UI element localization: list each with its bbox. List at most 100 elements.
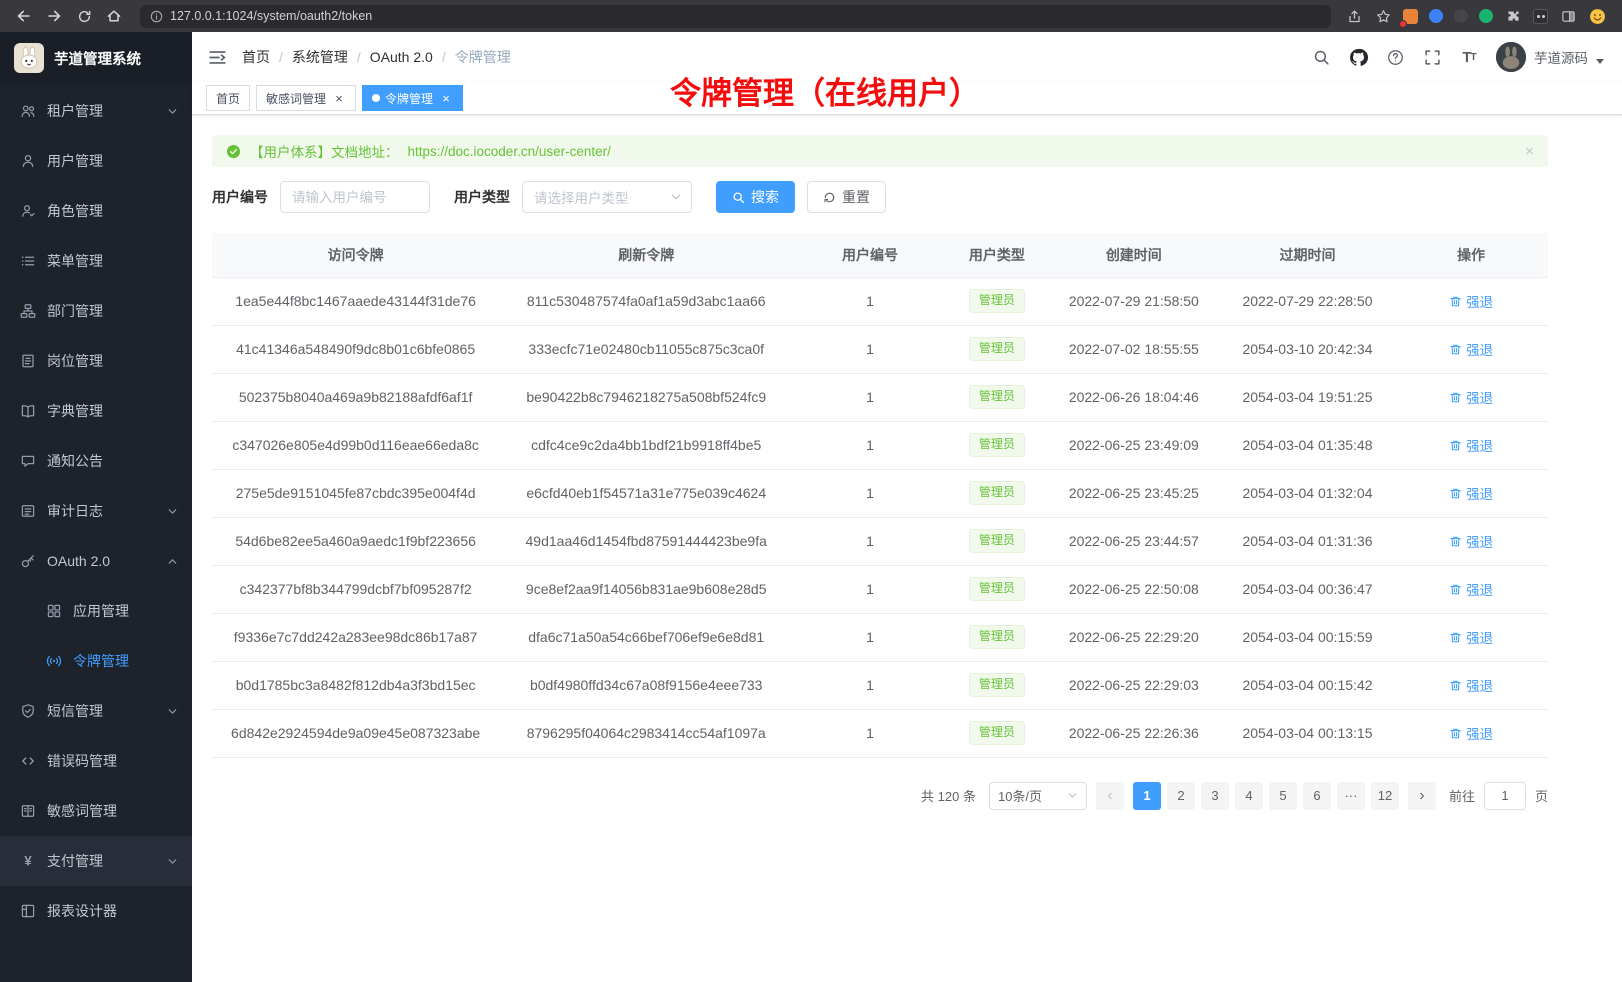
cell-expire-time: 2054-03-04 01:31:36 <box>1221 517 1395 565</box>
user-type-badge: 管理员 <box>969 433 1025 457</box>
address-bar[interactable]: 127.0.0.1:1024/system/oauth2/token <box>140 5 1331 28</box>
cell-actions: 强退 <box>1394 325 1548 373</box>
sidebar-item-error-code[interactable]: 错误码管理 <box>0 736 192 786</box>
extension-green-icon[interactable] <box>1479 9 1493 23</box>
page-button-4[interactable]: 4 <box>1235 782 1263 810</box>
trash-icon <box>1449 439 1462 452</box>
sidebar-item-post[interactable]: 岗位管理 <box>0 336 192 386</box>
sidebar-item-sms[interactable]: 短信管理 <box>0 686 192 736</box>
next-page-button[interactable]: › <box>1408 782 1436 810</box>
sidebar-item-menu[interactable]: 菜单管理 <box>0 236 192 286</box>
reset-button[interactable]: 重置 <box>807 181 886 213</box>
sidebar-item-dept[interactable]: 部门管理 <box>0 286 192 336</box>
site-info-icon[interactable] <box>150 10 163 23</box>
user-menu[interactable]: 芋道源码 <box>1496 42 1604 72</box>
tab-home[interactable]: 首页 <box>206 85 250 111</box>
sidebar-item-role[interactable]: 角色管理 <box>0 186 192 236</box>
errcode-icon <box>20 753 36 769</box>
cell-created-time: 2022-06-26 18:04:46 <box>1047 373 1221 421</box>
breadcrumb-item[interactable]: OAuth 2.0 <box>370 49 433 65</box>
breadcrumb-item[interactable]: 首页 <box>242 47 270 67</box>
force-logout-button[interactable]: 强退 <box>1449 435 1493 455</box>
table-column-6: 操作 <box>1394 233 1548 277</box>
extensions-puzzle-icon[interactable] <box>1504 7 1522 25</box>
token-table: 访问令牌刷新令牌用户编号用户类型创建时间过期时间操作 1ea5e44f8bc14… <box>212 233 1548 758</box>
sidebar-item-oauth2-token[interactable]: 令牌管理 <box>0 636 192 686</box>
tab-close-icon[interactable]: × <box>332 91 346 105</box>
page-button-3[interactable]: 3 <box>1201 782 1229 810</box>
trash-icon <box>1449 679 1462 692</box>
cell-access-token: 6d842e2924594de9a09e45e087323abe <box>212 709 499 757</box>
sidebar-item-pay[interactable]: ¥支付管理 <box>0 836 192 886</box>
sidebar-item-oauth2-app[interactable]: 应用管理 <box>0 586 192 636</box>
search-button-label: 搜索 <box>751 187 779 207</box>
profile-avatar-icon[interactable] <box>1588 7 1606 25</box>
browser-reload-button[interactable] <box>72 4 96 28</box>
user-id-input[interactable] <box>280 181 430 213</box>
sidebar-item-user[interactable]: 用户管理 <box>0 136 192 186</box>
force-logout-button[interactable]: 强退 <box>1449 531 1493 551</box>
force-logout-button[interactable]: 强退 <box>1449 291 1493 311</box>
help-icon[interactable] <box>1385 47 1405 67</box>
cell-user-type: 管理员 <box>947 517 1047 565</box>
alert-close-icon[interactable]: × <box>1525 144 1534 159</box>
cell-user-type: 管理员 <box>947 613 1047 661</box>
force-logout-button[interactable]: 强退 <box>1449 387 1493 407</box>
sidebar-item-tenant[interactable]: 租户管理 <box>0 86 192 136</box>
share-icon[interactable] <box>1345 7 1363 25</box>
alert-doc-link[interactable]: https://doc.iocoder.cn/user-center/ <box>408 144 611 159</box>
force-logout-button[interactable]: 强退 <box>1449 339 1493 359</box>
github-icon[interactable] <box>1348 47 1368 67</box>
sidebar-item-dict[interactable]: 字典管理 <box>0 386 192 436</box>
page-button-5[interactable]: 5 <box>1269 782 1297 810</box>
bookmark-star-icon[interactable] <box>1374 7 1392 25</box>
fullscreen-icon[interactable] <box>1422 47 1442 67</box>
browser-forward-button[interactable] <box>42 4 66 28</box>
app-logo[interactable]: 芋道管理系统 <box>0 32 192 84</box>
force-logout-button[interactable]: 强退 <box>1449 675 1493 695</box>
search-button[interactable]: 搜索 <box>716 181 795 213</box>
sidebar-item-notice[interactable]: 通知公告 <box>0 436 192 486</box>
page-button-6[interactable]: 6 <box>1303 782 1331 810</box>
user-type-badge: 管理员 <box>969 385 1025 409</box>
sidebar-item-label: 应用管理 <box>73 601 129 621</box>
breadcrumb-item[interactable]: 系统管理 <box>292 47 348 67</box>
sidebar-item-oauth2[interactable]: OAuth 2.0 <box>0 536 192 586</box>
page-button-12[interactable]: 12 <box>1371 782 1399 810</box>
tab-token-management[interactable]: 令牌管理× <box>362 85 463 111</box>
force-logout-button[interactable]: 强退 <box>1449 483 1493 503</box>
page-button-1[interactable]: 1 <box>1133 782 1161 810</box>
user-type-select[interactable]: 请选择用户类型 <box>522 181 692 213</box>
page-size-select[interactable]: 10条/页 <box>989 782 1087 810</box>
browser-back-button[interactable] <box>12 4 36 28</box>
cell-actions: 强退 <box>1394 277 1548 325</box>
sidebar-item-label: 短信管理 <box>47 701 103 721</box>
cell-expire-time: 2054-03-04 00:13:15 <box>1221 709 1395 757</box>
page-button-2[interactable]: 2 <box>1167 782 1195 810</box>
extension-blue-icon[interactable] <box>1429 9 1443 23</box>
more-pages-button[interactable]: ··· <box>1337 782 1365 810</box>
force-logout-button[interactable]: 强退 <box>1449 723 1493 743</box>
split-view-icon[interactable] <box>1559 7 1577 25</box>
username: 芋道源码 <box>1534 47 1588 67</box>
force-logout-button[interactable]: 强退 <box>1449 579 1493 599</box>
extension-dark-square-icon[interactable] <box>1533 9 1548 24</box>
tab-sensitive-word[interactable]: 敏感词管理× <box>256 85 356 111</box>
sidebar-item-sensitive[interactable]: 敏感词管理 <box>0 786 192 836</box>
navbar-actions: TT 芋道源码 <box>1311 42 1604 72</box>
tab-close-icon[interactable]: × <box>439 91 453 105</box>
user-type-badge: 管理员 <box>969 721 1025 745</box>
app-icon <box>46 603 62 619</box>
goto-page-input[interactable] <box>1484 782 1526 810</box>
sidebar-item-report[interactable]: 报表设计器 <box>0 886 192 936</box>
browser-home-button[interactable] <box>102 4 126 28</box>
search-icon[interactable] <box>1311 47 1331 67</box>
grid-extension-icon[interactable] <box>1403 9 1418 24</box>
sidebar-item-audit-log[interactable]: 审计日志 <box>0 486 192 536</box>
extension-dark-icon[interactable] <box>1454 9 1468 23</box>
force-logout-button[interactable]: 强退 <box>1449 627 1493 647</box>
font-size-icon[interactable]: TT <box>1459 47 1479 67</box>
sidebar-toggle-icon[interactable] <box>206 46 228 68</box>
cell-expire-time: 2054-03-04 00:15:59 <box>1221 613 1395 661</box>
prev-page-button[interactable]: ‹ <box>1096 782 1124 810</box>
